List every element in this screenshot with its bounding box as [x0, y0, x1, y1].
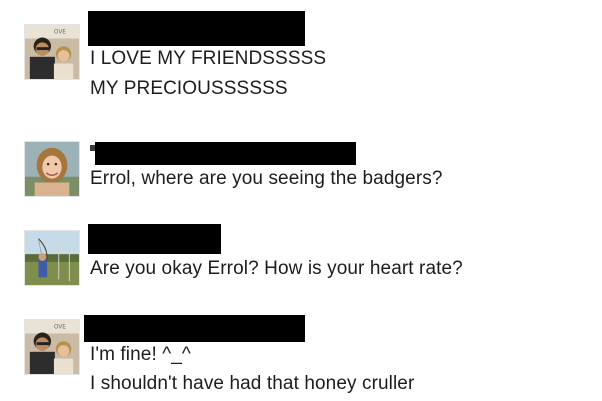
- author-name-redaction: [95, 142, 356, 165]
- comment-text-line: I shouldn't have had that honey cruller: [90, 373, 415, 394]
- comment-text-line: I LOVE MY FRIENDSSSSS: [90, 48, 327, 69]
- comment-text-line: MY PRECIOUSSSSSS: [90, 78, 288, 99]
- author-name-redaction: [88, 11, 305, 46]
- woman-portrait-icon: [25, 142, 79, 196]
- woman-portrait-avatar-icon[interactable]: [24, 141, 80, 197]
- couple-photo-avatar-icon[interactable]: OVE: [24, 24, 80, 80]
- outdoor-archery-avatar-icon[interactable]: [24, 230, 80, 286]
- outdoor-archery-icon: [25, 231, 79, 285]
- svg-text:OVE: OVE: [54, 325, 66, 331]
- comment-text-line: I'm fine! ^_^: [90, 344, 191, 365]
- author-name-redaction: [84, 315, 305, 342]
- couple-photo-icon: OVE: [25, 25, 79, 79]
- svg-text:OVE: OVE: [54, 30, 66, 36]
- couple-photo-avatar-icon[interactable]: OVE: [24, 319, 80, 375]
- comment-text-line: Are you okay Errol? How is your heart ra…: [90, 258, 463, 279]
- couple-photo-icon: OVE: [25, 320, 79, 374]
- author-name-redaction: [88, 224, 221, 254]
- comment-text-line: Errol, where are you seeing the badgers?: [90, 168, 443, 189]
